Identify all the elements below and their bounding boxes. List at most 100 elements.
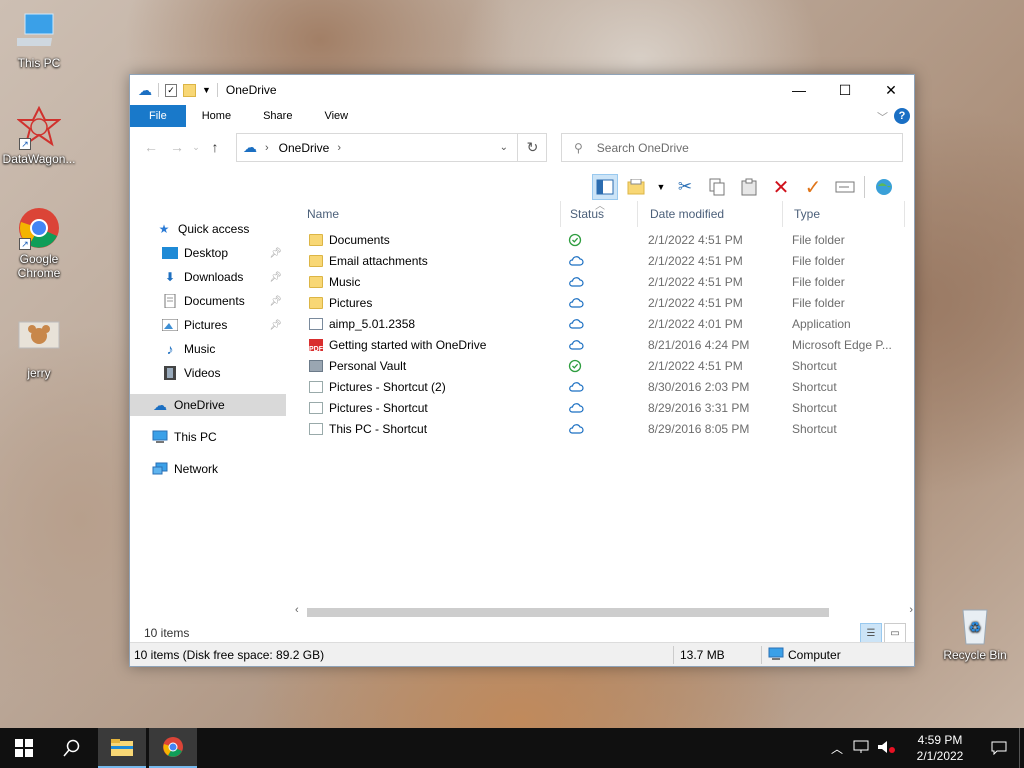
tab-home[interactable]: Home <box>186 105 247 127</box>
shortcut-arrow-icon: ↗ <box>19 238 31 250</box>
copy-icon[interactable] <box>704 174 730 200</box>
close-button[interactable]: ✕ <box>868 75 914 105</box>
taskbar-file-explorer[interactable] <box>98 728 146 768</box>
chevron-down-icon[interactable]: ▼ <box>202 85 211 95</box>
tab-file[interactable]: File <box>130 105 186 127</box>
column-header-date[interactable]: Date modified <box>638 201 783 227</box>
address-bar[interactable]: ☁ › OneDrive › ⌄ <box>236 133 547 162</box>
file-name: aimp_5.01.2358 <box>329 317 416 331</box>
documents-icon <box>162 294 178 308</box>
show-desktop-button[interactable] <box>1019 728 1024 768</box>
table-row[interactable]: Pictures - Shortcut 8/29/2016 3:31 PM Shor… <box>295 398 915 419</box>
desktop-icon-recycle-bin[interactable]: ♻ Recycle Bin <box>936 602 1014 662</box>
delete-x-icon[interactable]: ✕ <box>768 174 794 200</box>
help-button[interactable]: ? <box>894 108 910 124</box>
paste-clipboard-icon[interactable] <box>736 174 762 200</box>
large-icons-view-icon[interactable]: ▭ <box>884 623 906 643</box>
pin-icon[interactable]: 📌︎ <box>269 320 282 331</box>
sidebar-item-videos[interactable]: Videos <box>130 362 286 384</box>
column-header-type[interactable]: Type <box>782 201 905 227</box>
desktop-icon-label: jerry <box>27 366 51 380</box>
search-button[interactable] <box>48 728 96 768</box>
desktop-icon-chrome[interactable]: ↗ Google Chrome <box>0 206 78 280</box>
desktop-icon-jerry[interactable]: jerry <box>0 320 78 380</box>
desktop-icon-datawagon[interactable]: ↗ DataWagon... <box>0 105 78 166</box>
sidebar-item-pictures[interactable]: Pictures 📌︎ <box>130 314 286 336</box>
address-dropdown-icon[interactable]: ⌄ <box>500 142 508 153</box>
sidebar-item-onedrive[interactable]: ☁ OneDrive <box>130 394 286 416</box>
volume-muted-icon[interactable] <box>877 740 895 757</box>
maximize-button[interactable]: ☐ <box>822 75 868 105</box>
cut-scissors-icon[interactable]: ✂ <box>672 174 698 200</box>
pin-icon[interactable]: 📌︎ <box>269 248 282 259</box>
tab-share[interactable]: Share <box>247 105 308 127</box>
recent-locations-icon[interactable]: ⌄ <box>190 142 202 153</box>
desktop-icon-this-pc[interactable]: This PC <box>0 10 78 70</box>
recycle-bin-icon: ♻ <box>953 602 997 646</box>
title-bar[interactable]: ☁ ✓ ▼ OneDrive — ☐ ✕ <box>130 75 914 105</box>
network-status-icon[interactable] <box>853 740 869 757</box>
globe-icon[interactable] <box>871 174 897 200</box>
column-header-status[interactable]: Status <box>558 201 638 227</box>
file-type: Application <box>792 317 851 331</box>
show-hidden-icons-chevron-icon[interactable]: ︿ <box>831 740 843 757</box>
sidebar-item-music[interactable]: ♪ Music <box>130 338 286 360</box>
file-date: 2/1/2022 4:51 PM <box>648 275 743 289</box>
sidebar-item-label: OneDrive <box>174 398 225 412</box>
table-row[interactable]: Pictures 2/1/2022 4:51 PM File folder <box>295 293 915 314</box>
table-row[interactable]: This PC - Shortcut 8/29/2016 8:05 PM Short… <box>295 419 915 440</box>
music-note-icon: ♪ <box>166 341 174 357</box>
table-row[interactable]: Personal Vault 2/1/2022 4:51 PM Shortcut <box>295 356 915 377</box>
folder-options-icon[interactable] <box>624 174 650 200</box>
scroll-left-icon[interactable]: ‹ <box>295 604 299 616</box>
properties-icon[interactable]: ✓ <box>165 83 177 97</box>
status-divider <box>673 646 674 664</box>
checkmark-icon[interactable]: ✓ <box>800 174 826 200</box>
breadcrumb-onedrive[interactable]: OneDrive <box>279 141 330 155</box>
up-arrow-icon[interactable]: ↑ <box>202 139 228 155</box>
table-row[interactable]: Music 2/1/2022 4:51 PM File folder <box>295 272 915 293</box>
file-name: Documents <box>329 233 390 247</box>
sidebar-item-this-pc[interactable]: This PC <box>130 426 286 448</box>
expand-ribbon-icon[interactable]: ﹀ <box>877 109 888 125</box>
sidebar-item-quick-access[interactable]: ★ Quick access <box>130 218 286 240</box>
table-row[interactable]: PDF Getting started with OneDrive 8/21/201… <box>295 335 915 356</box>
custom-toolbar: ▼ ✂ ✕ ✓ <box>592 173 897 201</box>
folder-icon <box>309 297 323 309</box>
clock[interactable]: 4:59 PM 2/1/2022 <box>901 732 979 764</box>
horizontal-scrollbar[interactable]: ‹ › <box>295 604 915 618</box>
file-name: Email attachments <box>329 254 428 268</box>
minimize-button[interactable]: — <box>776 75 822 105</box>
details-view-icon[interactable]: ☰ <box>860 623 882 643</box>
sidebar-item-downloads[interactable]: ⬇ Downloads 📌︎ <box>130 266 286 288</box>
taskbar-chrome[interactable] <box>149 728 197 768</box>
svg-text:♻: ♻ <box>969 619 982 635</box>
search-input[interactable]: ⚲ Search OneDrive <box>561 133 903 162</box>
sidebar-item-network[interactable]: Network <box>130 458 286 480</box>
table-row[interactable]: Email attachments 2/1/2022 4:51 PM File fo… <box>295 251 915 272</box>
sidebar-item-documents[interactable]: Documents 📌︎ <box>130 290 286 312</box>
sidebar-item-desktop[interactable]: Desktop 📌︎ <box>130 242 286 264</box>
item-count: 10 items <box>144 626 190 640</box>
pin-icon[interactable]: 📌︎ <box>269 296 282 307</box>
breadcrumb-chevron-icon[interactable]: › <box>337 142 341 154</box>
table-row[interactable]: Documents 2/1/2022 4:51 PM File folder <box>295 230 915 251</box>
table-row[interactable]: aimp_5.01.2358 2/1/2022 4:01 PM Applicatio… <box>295 314 915 335</box>
dropdown-arrow-icon[interactable]: ▼ <box>656 174 666 200</box>
refresh-button[interactable]: ↻ <box>517 133 547 162</box>
back-arrow-icon[interactable]: ← <box>138 139 164 155</box>
file-name: Music <box>329 275 361 289</box>
tab-view[interactable]: View <box>308 105 364 127</box>
table-row[interactable]: Pictures - Shortcut (2) 8/30/2016 2:03 PM… <box>295 377 915 398</box>
rename-icon[interactable] <box>832 174 858 200</box>
column-header-name[interactable]: Name <box>295 201 561 227</box>
new-folder-icon[interactable] <box>183 83 196 97</box>
notifications-icon[interactable] <box>979 741 1019 755</box>
pin-icon[interactable]: 📌︎ <box>269 272 282 283</box>
forward-arrow-icon[interactable]: → <box>164 139 190 155</box>
sidebar-item-label: Network <box>174 462 219 476</box>
start-button[interactable] <box>0 728 48 768</box>
scroll-right-icon[interactable]: › <box>909 604 913 616</box>
breadcrumb-separator-icon[interactable]: › <box>265 142 269 154</box>
scrollbar-thumb[interactable] <box>307 608 829 617</box>
